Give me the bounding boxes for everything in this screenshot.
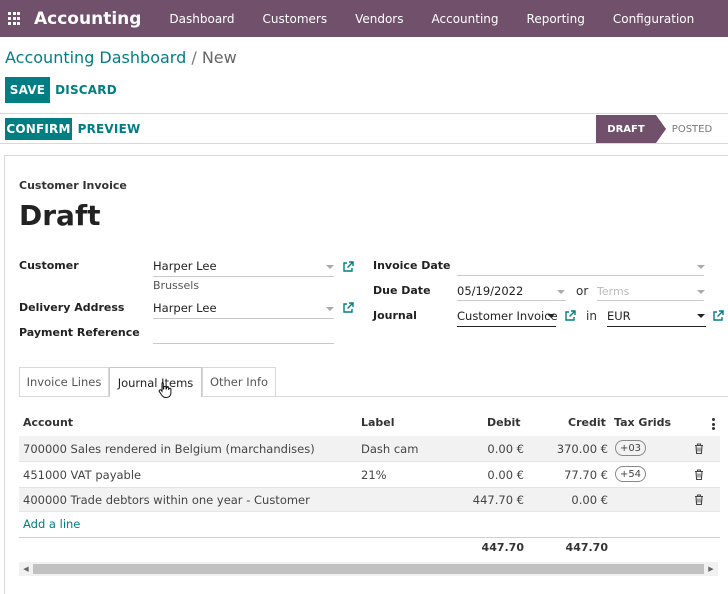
due-date-underline — [457, 300, 566, 301]
journal-field[interactable]: Customer Invoice — [457, 309, 558, 323]
payment-terms-caret-icon[interactable] — [697, 290, 705, 294]
column-header-credit[interactable]: Credit — [568, 416, 606, 429]
row-account[interactable]: 700000 Sales rendered in Belgium (marcha… — [23, 442, 315, 456]
confirm-button[interactable]: CONFIRM — [5, 118, 72, 140]
menu-accounting[interactable]: Accounting — [432, 12, 499, 26]
breadcrumb-separator: / — [191, 48, 197, 67]
due-date-caret-icon[interactable] — [557, 290, 565, 294]
control-panel-divider — [0, 113, 728, 114]
status-stage-posted[interactable]: POSTED — [662, 115, 722, 143]
in-text: in — [586, 309, 597, 323]
currency-external-link-icon[interactable] — [712, 310, 724, 322]
apps-grid-icon[interactable] — [0, 0, 28, 37]
delivery-address-label: Delivery Address — [19, 301, 125, 314]
delivery-dropdown-caret-icon[interactable] — [326, 307, 334, 311]
invoice-date-label: Invoice Date — [373, 259, 451, 272]
payment-terms-underline — [597, 300, 704, 301]
scroll-left-arrow-icon[interactable]: ◀ — [19, 562, 33, 576]
journal-external-link-icon[interactable] — [564, 310, 576, 322]
save-button[interactable]: SAVE — [5, 77, 50, 103]
scroll-right-arrow-icon[interactable]: ▶ — [704, 562, 718, 576]
discard-button[interactable]: DISCARD — [55, 77, 117, 103]
or-text: or — [576, 284, 589, 298]
tax-grid-tag[interactable]: +03 — [615, 440, 646, 456]
customer-external-link-icon[interactable] — [342, 261, 354, 273]
trash-icon[interactable] — [694, 469, 704, 480]
due-date-label: Due Date — [373, 284, 431, 297]
document-type: Customer Invoice — [19, 179, 127, 192]
top-navbar: Accounting Dashboard Customers Vendors A… — [0, 0, 728, 37]
payment-terms-field[interactable]: Terms — [597, 285, 629, 298]
trash-icon[interactable] — [694, 443, 704, 454]
menu-vendors[interactable]: Vendors — [355, 12, 403, 26]
hand-pointer-icon — [158, 382, 172, 398]
invoice-date-field[interactable] — [457, 259, 703, 275]
breadcrumb-current: New — [201, 48, 237, 67]
payment-reference-label: Payment Reference — [19, 326, 140, 339]
row-label[interactable]: Dash cam — [361, 442, 418, 456]
invoice-date-caret-icon[interactable] — [697, 265, 705, 269]
payment-reference-underline — [153, 343, 334, 344]
customer-dropdown-caret-icon[interactable] — [326, 265, 334, 269]
currency-underline — [607, 326, 706, 327]
row-debit[interactable]: 0.00 € — [440, 468, 524, 482]
row-credit[interactable]: 0.00 € — [520, 493, 608, 507]
menu-customers[interactable]: Customers — [263, 12, 328, 26]
customer-field[interactable]: Harper Lee — [153, 259, 217, 273]
delivery-external-link-icon[interactable] — [342, 302, 354, 314]
tax-grid-tag[interactable]: +54 — [615, 466, 646, 482]
customer-field-underline — [153, 276, 334, 277]
scrollbar-thumb[interactable] — [33, 564, 704, 574]
payment-reference-input[interactable] — [153, 326, 333, 342]
horizontal-scrollbar[interactable]: ◀ ▶ — [19, 562, 718, 576]
breadcrumb: Accounting Dashboard / New — [5, 48, 237, 67]
total-debit: 447.70 — [481, 541, 524, 554]
add-line-link[interactable]: Add a line — [23, 517, 80, 531]
tab-other-info[interactable]: Other Info — [202, 367, 276, 396]
row-label[interactable]: 21% — [361, 468, 387, 482]
row-credit[interactable]: 370.00 € — [520, 442, 608, 456]
currency-field[interactable]: EUR — [607, 309, 631, 323]
totals-divider — [19, 537, 720, 538]
total-credit: 447.70 — [565, 541, 608, 554]
customer-city: Brussels — [153, 279, 200, 292]
breadcrumb-parent[interactable]: Accounting Dashboard — [5, 48, 186, 67]
row-debit[interactable]: 447.70 € — [440, 493, 524, 507]
preview-button[interactable]: PREVIEW — [78, 118, 141, 140]
row-account[interactable]: 400000 Trade debtors within one year - C… — [23, 493, 310, 507]
app-brand[interactable]: Accounting — [34, 9, 141, 29]
document-title: Draft — [19, 199, 101, 232]
customer-label: Customer — [19, 259, 79, 272]
invoice-date-underline — [457, 275, 704, 276]
journal-label: Journal — [373, 309, 417, 322]
optional-columns-kebab-icon[interactable] — [712, 418, 715, 432]
column-header-label[interactable]: Label — [361, 416, 395, 429]
row-account[interactable]: 451000 VAT payable — [23, 468, 141, 482]
due-date-field[interactable]: 05/19/2022 — [457, 284, 523, 298]
trash-icon[interactable] — [694, 494, 704, 505]
menu-dashboard[interactable]: Dashboard — [169, 12, 234, 26]
column-header-debit[interactable]: Debit — [487, 416, 521, 429]
journal-underline — [457, 326, 556, 327]
menu-configuration[interactable]: Configuration — [613, 12, 694, 26]
statusbar-divider — [0, 143, 728, 144]
status-stage-draft: DRAFT — [596, 115, 666, 143]
menu-reporting[interactable]: Reporting — [527, 12, 585, 26]
row-credit[interactable]: 77.70 € — [520, 468, 608, 482]
delivery-address-field[interactable]: Harper Lee — [153, 301, 217, 315]
column-header-tax-grids[interactable]: Tax Grids — [614, 416, 671, 429]
tab-invoice-lines[interactable]: Invoice Lines — [19, 367, 109, 396]
journal-caret-icon[interactable] — [547, 314, 555, 318]
column-header-account[interactable]: Account — [23, 416, 73, 429]
currency-caret-icon[interactable] — [697, 314, 705, 318]
row-debit[interactable]: 0.00 € — [440, 442, 524, 456]
tab-journal-items[interactable]: Journal Items — [109, 367, 202, 397]
delivery-field-underline — [153, 318, 334, 319]
